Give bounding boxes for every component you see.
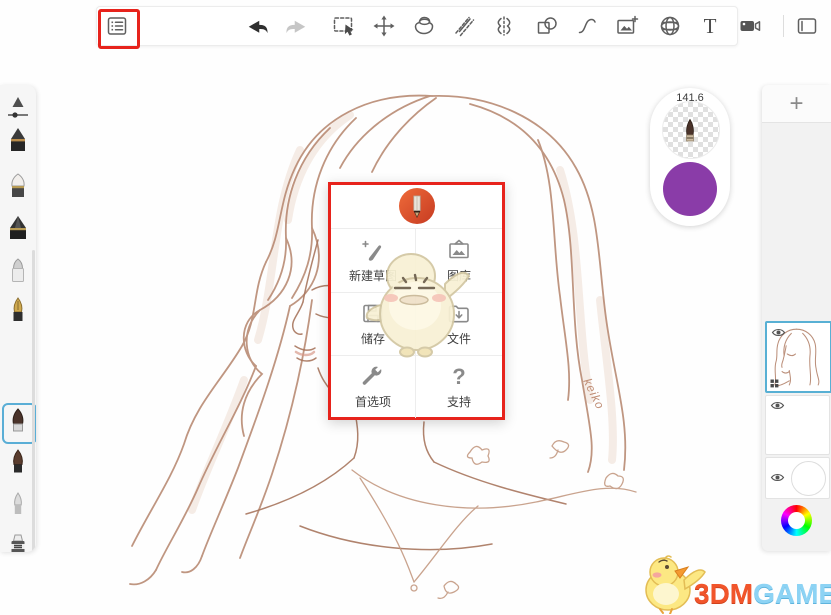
brush-panel-scrollbar[interactable]	[32, 250, 35, 552]
layer-visibility-eye-icon[interactable]	[771, 327, 786, 338]
symmetry-icon	[497, 16, 511, 36]
menu-item-label: 支持	[446, 395, 471, 409]
menu-item-files[interactable]: 文件	[416, 292, 502, 355]
brush-paint-selected[interactable]	[4, 407, 32, 439]
brush-soft-eraser[interactable]	[4, 171, 32, 203]
watermark-3dm: 3DM	[694, 578, 754, 609]
brush-size-value: 141.6	[676, 92, 704, 104]
main-menu-popup: 新建草图 图库 储存 文件 首选项 ? 支持	[328, 182, 505, 420]
import-image-icon	[617, 15, 639, 34]
layer-sketch-selected[interactable]	[765, 321, 831, 393]
redo-button[interactable]	[280, 10, 314, 42]
undo-arrow-icon	[248, 20, 268, 34]
preferences-wrench-icon	[362, 366, 382, 385]
app-window: keiko T 141.6 + 新建草图 图库 储存 文件 首选项 ? 支持 3…	[0, 0, 831, 615]
redo-arrow-icon	[286, 20, 306, 34]
curve-stroke-icon	[578, 18, 596, 34]
brush-copic-marker-1[interactable]	[4, 531, 32, 552]
menu-item-label: 文件	[446, 332, 471, 346]
brush-pencil[interactable]	[4, 125, 32, 157]
menu-item-label: 图库	[446, 268, 471, 283]
pencil-logo-icon	[413, 195, 421, 218]
shapes-icon	[537, 17, 557, 34]
fill-tool-button[interactable]	[407, 10, 441, 42]
brush-airbrush[interactable]	[4, 489, 32, 521]
layer-lock-icon	[770, 379, 779, 388]
shapes-tool-button[interactable]	[530, 10, 564, 42]
new-sketch-icon	[362, 240, 382, 261]
transform-arrows-icon	[373, 15, 395, 37]
perspective-tool-button[interactable]	[653, 10, 687, 42]
gallery-icon	[449, 239, 469, 258]
menu-item-preferences[interactable]: 首选项	[331, 355, 416, 418]
selection-tool-button[interactable]	[327, 10, 361, 42]
layer-background[interactable]	[765, 457, 830, 499]
color-wheel-button[interactable]	[781, 505, 812, 536]
menu-item-label: 首选项	[354, 395, 391, 409]
color-wheel-center	[788, 512, 805, 529]
sketchbook-logo	[399, 188, 435, 224]
menu-button[interactable]	[98, 9, 140, 49]
add-layer-button[interactable]: +	[762, 85, 831, 123]
brush-tip-icon	[686, 118, 694, 142]
active-color-swatch[interactable]	[663, 162, 717, 216]
watermark-game: GAME	[753, 578, 831, 609]
support-question-icon: ?	[452, 364, 466, 389]
symmetry-tool-button[interactable]	[487, 10, 521, 42]
ruler-guides-icon	[455, 16, 475, 37]
menu-item-support[interactable]: ? 支持	[416, 355, 502, 418]
transform-tool-button[interactable]	[367, 10, 401, 42]
menu-icon	[107, 17, 127, 35]
files-icon	[448, 305, 469, 323]
menu-item-label: 新建草图	[348, 268, 397, 283]
text-tool-button[interactable]: T	[693, 10, 727, 42]
undo-button[interactable]	[240, 10, 274, 42]
brush-ink-pen[interactable]	[4, 295, 32, 327]
fullscreen-button[interactable]	[790, 10, 824, 42]
layer-visibility-eye-icon[interactable]	[770, 472, 785, 483]
selection-marquee-icon	[333, 17, 354, 36]
site-watermark: 3DMGAME	[638, 552, 831, 614]
menu-item-new-sketch[interactable]: 新建草图	[331, 229, 416, 292]
brush-library-panel	[0, 85, 36, 552]
menu-grid: 新建草图 图库 储存 文件 首选项 ? 支持	[331, 228, 502, 418]
artist-signature: keiko	[580, 376, 608, 412]
layers-panel: +	[762, 85, 831, 551]
layer-visibility-eye-icon[interactable]	[770, 400, 785, 411]
watermark-text: 3DMGAME	[694, 578, 831, 610]
time-lapse-button[interactable]	[733, 10, 767, 42]
brush-marker[interactable]	[4, 255, 32, 287]
background-color-thumbnail	[791, 461, 826, 496]
import-image-button[interactable]	[610, 10, 644, 42]
menu-item-label: 储存	[360, 332, 385, 346]
top-toolbar: T	[96, 6, 817, 49]
stroke-tool-button[interactable]	[570, 10, 604, 42]
perspective-globe-icon	[660, 16, 680, 36]
toolbar-divider	[783, 15, 784, 37]
menu-item-gallery[interactable]: 图库	[416, 229, 502, 292]
text-tool-icon: T	[703, 13, 717, 38]
camera-icon	[740, 21, 761, 31]
brush-round[interactable]	[4, 447, 32, 479]
canvas-frame-icon	[797, 18, 817, 34]
brush-thick-pencil[interactable]	[4, 213, 32, 245]
save-icon	[363, 304, 383, 323]
guides-tool-button[interactable]	[447, 10, 481, 42]
menu-item-save[interactable]: 储存	[331, 292, 416, 355]
paint-bucket-icon	[414, 16, 434, 35]
brush-size-slider[interactable]	[4, 93, 32, 125]
brush-color-puck[interactable]: 141.6	[650, 88, 730, 226]
layer-empty[interactable]	[765, 395, 830, 455]
